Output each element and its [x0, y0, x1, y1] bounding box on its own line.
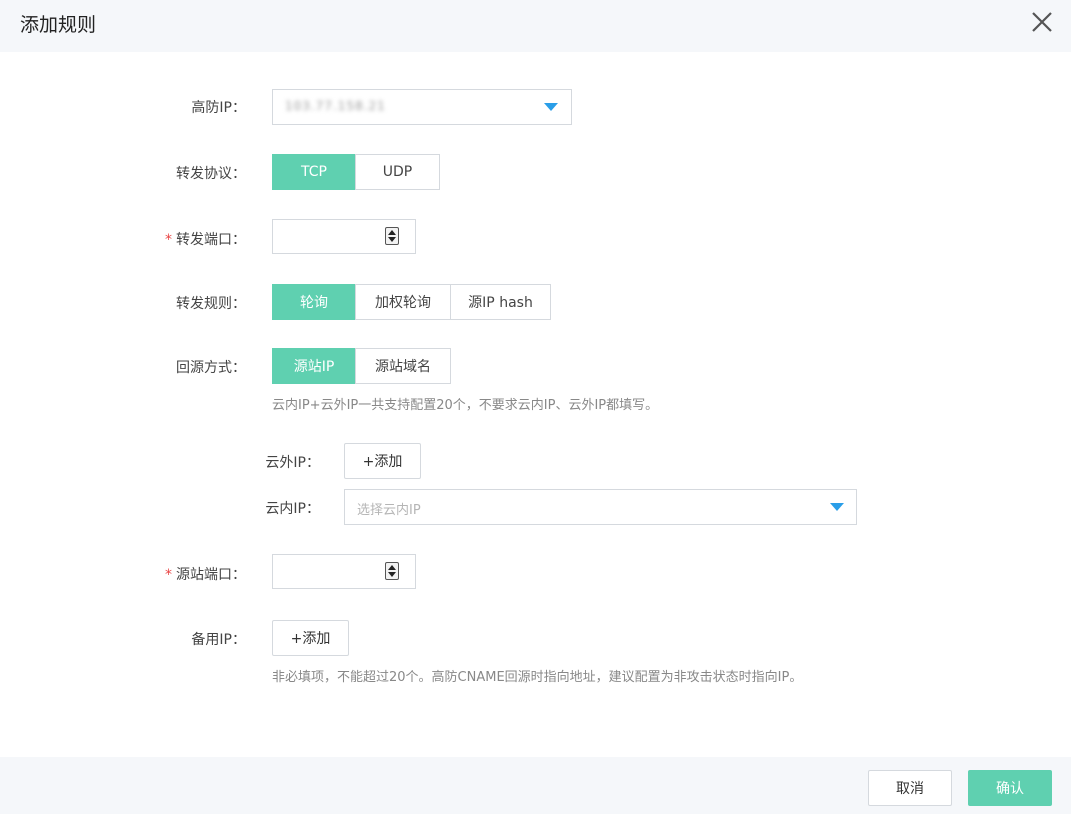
forward-port-input[interactable] [272, 219, 416, 254]
internal-ip-select[interactable]: 选择云内IP [344, 489, 857, 525]
dialog-footer: 取消 确认 [0, 757, 1071, 814]
protocol-udp-button[interactable]: UDP [355, 154, 440, 190]
origin-mode-label: 回源方式： [176, 360, 246, 376]
port-stepper[interactable] [385, 227, 399, 245]
close-icon[interactable] [1029, 9, 1055, 35]
add-external-ip-button[interactable]: +添加 [344, 443, 421, 479]
internal-ip-placeholder: 选择云内IP [357, 503, 421, 518]
stepper-up-icon[interactable] [388, 565, 396, 570]
forward-rule-label: 转发规则： [176, 296, 246, 312]
protocol-tcp-button[interactable]: TCP [272, 154, 356, 190]
required-mark: * [165, 232, 172, 248]
stepper-up-icon[interactable] [388, 230, 396, 235]
stepper-down-icon[interactable] [388, 237, 396, 242]
external-ip-label: 云外IP： [265, 455, 320, 471]
backup-ip-hint: 非必填项，不能超过20个。高防CNAME回源时指向地址，建议配置为非攻击状态时指… [272, 670, 803, 685]
origin-port-label-text: 源站端口： [176, 567, 246, 583]
rule-round-robin-button[interactable]: 轮询 [272, 284, 356, 320]
origin-port-label: * 源站端口： [150, 564, 246, 584]
ddos-ip-value: 103.77.158.21 [285, 99, 386, 113]
dialog-title: 添加规则 [20, 14, 97, 36]
protocol-toggle: TCP UDP [272, 154, 440, 190]
forward-port-label-text: 转发端口： [176, 232, 246, 248]
cancel-button[interactable]: 取消 [868, 770, 952, 806]
forward-port-label: * 转发端口： [150, 229, 246, 249]
forward-rule-toggle: 轮询 加权轮询 源IP hash [272, 284, 551, 320]
chevron-down-icon [544, 103, 558, 111]
ddos-ip-label: 高防IP： [191, 100, 246, 116]
protocol-label: 转发协议： [176, 166, 246, 182]
dialog-header: 添加规则 [0, 0, 1071, 52]
port-stepper[interactable] [385, 562, 399, 580]
internal-ip-label: 云内IP： [265, 501, 320, 517]
confirm-button[interactable]: 确认 [968, 770, 1052, 806]
required-mark: * [165, 567, 172, 583]
origin-mode-toggle: 源站IP 源站域名 [272, 348, 451, 384]
origin-mode-hint: 云内IP+云外IP一共支持配置20个，不要求云内IP、云外IP都填写。 [272, 398, 659, 413]
origin-domain-button[interactable]: 源站域名 [355, 348, 451, 384]
chevron-down-icon [830, 503, 844, 511]
add-backup-ip-button[interactable]: +添加 [272, 620, 349, 656]
origin-port-input[interactable] [272, 554, 416, 589]
backup-ip-label: 备用IP： [191, 632, 246, 648]
rule-weighted-button[interactable]: 加权轮询 [355, 284, 451, 320]
origin-ip-button[interactable]: 源站IP [272, 348, 356, 384]
stepper-down-icon[interactable] [388, 572, 396, 577]
rule-ip-hash-button[interactable]: 源IP hash [450, 284, 551, 320]
ddos-ip-select[interactable]: 103.77.158.21 [272, 89, 572, 125]
